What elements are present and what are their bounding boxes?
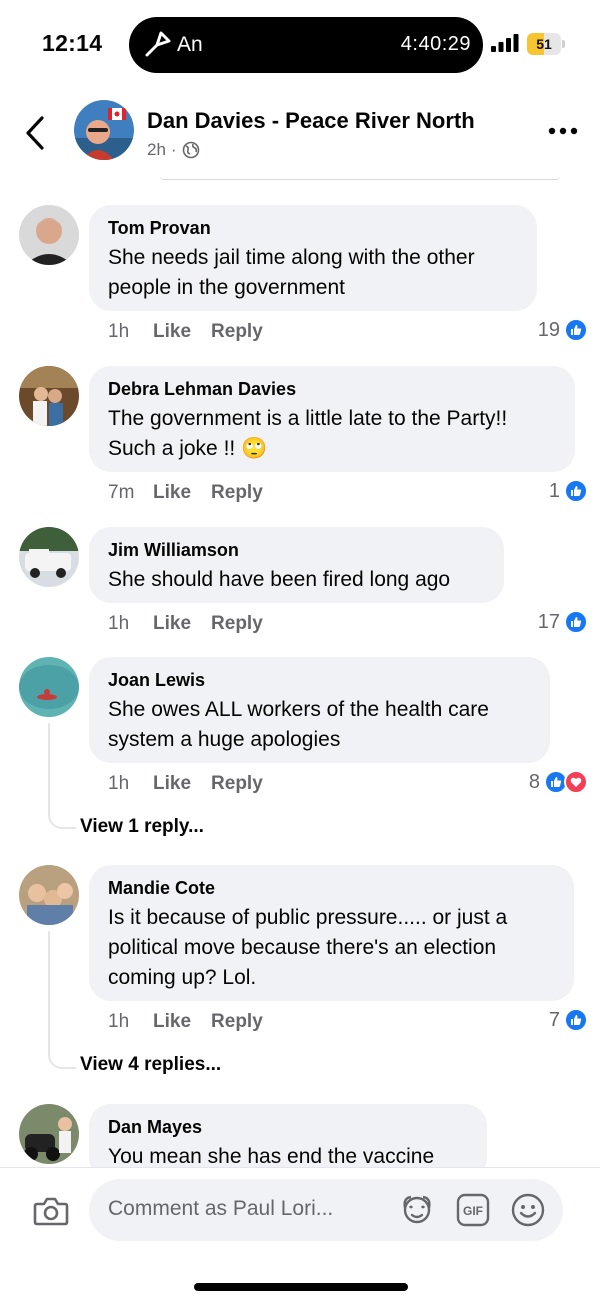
commenter-avatar[interactable] xyxy=(19,527,79,587)
reaction-number: 7 xyxy=(548,1008,560,1031)
reaction-count[interactable]: 19 xyxy=(538,318,588,342)
commenter-avatar[interactable] xyxy=(19,1104,79,1164)
gif-button[interactable]: GIF xyxy=(456,1193,490,1227)
comment-text: Is it because of public pressure..... or… xyxy=(108,906,508,989)
comment-age: 1h xyxy=(108,321,130,342)
reaction-count[interactable]: 7 xyxy=(549,1008,588,1032)
comment-age: 1h xyxy=(108,1011,130,1032)
gif-icon: GIF xyxy=(456,1193,490,1227)
reply-thread-line xyxy=(48,723,76,829)
comment-bubble[interactable]: Debra Lehman Davies The government is a … xyxy=(89,366,575,472)
like-reaction-icon xyxy=(564,318,588,342)
svg-text:GIF: GIF xyxy=(463,1204,483,1218)
reply-button[interactable]: Reply xyxy=(211,773,263,795)
reaction-count[interactable]: 17 xyxy=(538,610,588,634)
reaction-number: 1 xyxy=(548,479,560,502)
comment-author[interactable]: Tom Provan xyxy=(108,217,519,239)
like-reaction-icon xyxy=(564,610,588,634)
comment-actions: 1h Like Reply xyxy=(108,321,263,343)
reaction-count[interactable]: 1 xyxy=(549,479,588,503)
reply-button[interactable]: Reply xyxy=(211,1011,263,1033)
avatar-sticker-icon[interactable] xyxy=(399,1192,435,1228)
reaction-number: 8 xyxy=(528,770,540,793)
comment-bubble[interactable]: Jim Williamson She should have been fire… xyxy=(89,527,504,603)
comment-author[interactable]: Debra Lehman Davies xyxy=(108,378,557,400)
comment-text: The government is a little late to the P… xyxy=(108,407,508,460)
author-avatar[interactable] xyxy=(74,100,134,160)
reply-thread-line xyxy=(48,931,76,1069)
like-button[interactable]: Like xyxy=(153,321,191,343)
author-avatar-image xyxy=(74,100,134,160)
comment-author[interactable]: Dan Mayes xyxy=(108,1116,469,1138)
like-button[interactable]: Like xyxy=(153,613,191,635)
comment-bubble[interactable]: Joan Lewis She owes ALL workers of the h… xyxy=(89,657,550,763)
comment-bubble[interactable]: Mandie Cote Is it because of public pres… xyxy=(89,865,574,1001)
cellular-signal-icon xyxy=(491,34,519,52)
island-timer: 4:40:29 xyxy=(400,33,471,55)
reply-button[interactable]: Reply xyxy=(211,321,263,343)
reaction-count[interactable]: 8 xyxy=(529,770,588,794)
comment-text: She should have been fired long ago xyxy=(108,568,451,591)
globe-icon xyxy=(182,141,199,159)
commenter-avatar[interactable] xyxy=(19,657,79,717)
comment-age: 1h xyxy=(108,773,130,794)
reaction-number: 17 xyxy=(537,610,560,633)
comment-age: 7m xyxy=(108,482,135,503)
view-replies-link[interactable]: View 4 replies... xyxy=(80,1054,221,1076)
navigation-arrow-icon xyxy=(145,31,171,57)
comment-author[interactable]: Jim Williamson xyxy=(108,539,486,561)
post-author-name[interactable]: Dan Davies - Peace River North xyxy=(147,108,475,134)
like-button[interactable]: Like xyxy=(153,482,191,504)
comment-placeholder: Comment as Paul Lori... xyxy=(108,1197,334,1220)
post-card-edge xyxy=(160,176,560,180)
post-header: Dan Davies - Peace River North 2h · xyxy=(0,90,600,180)
comment-composer-bar: Comment as Paul Lori... GIF xyxy=(0,1167,600,1300)
comment-author[interactable]: Mandie Cote xyxy=(108,877,556,899)
like-button[interactable]: Like xyxy=(153,1011,191,1033)
comment-author[interactable]: Joan Lewis xyxy=(108,669,532,691)
back-arrow-icon[interactable] xyxy=(22,114,48,152)
comment-actions: 7m Like Reply xyxy=(108,482,263,504)
status-bar: 12:14 An 4:40:29 51 xyxy=(0,0,600,90)
commenter-avatar[interactable] xyxy=(19,865,79,925)
reaction-number: 19 xyxy=(537,318,560,341)
like-reaction-icon xyxy=(564,479,588,503)
comment-input[interactable]: Comment as Paul Lori... GIF xyxy=(89,1179,563,1241)
love-reaction-icon xyxy=(564,770,588,794)
comment-age: 1h xyxy=(108,613,130,634)
meta-separator: · xyxy=(170,140,177,159)
like-button[interactable]: Like xyxy=(153,773,191,795)
emoji-icon[interactable] xyxy=(510,1192,546,1228)
post-age: 2h xyxy=(147,140,166,159)
view-replies-link[interactable]: View 1 reply... xyxy=(80,816,204,838)
commenter-avatar[interactable] xyxy=(19,205,79,265)
comment-text: She needs jail time along with the other… xyxy=(108,246,475,299)
comment-bubble[interactable]: Tom Provan She needs jail time along wit… xyxy=(89,205,537,311)
reply-button[interactable]: Reply xyxy=(211,613,263,635)
battery-icon: 51 xyxy=(527,33,567,55)
camera-icon[interactable] xyxy=(33,1195,69,1227)
dynamic-island[interactable]: An 4:40:29 xyxy=(129,17,483,73)
battery-percent: 51 xyxy=(536,36,552,52)
status-time: 12:14 xyxy=(42,30,103,56)
home-indicator[interactable] xyxy=(194,1283,408,1291)
reply-button[interactable]: Reply xyxy=(211,482,263,504)
comment-actions: 1h Like Reply xyxy=(108,1011,263,1033)
comment-actions: 1h Like Reply xyxy=(108,773,263,795)
commenter-avatar[interactable] xyxy=(19,366,79,426)
comment-text: She owes ALL workers of the health care … xyxy=(108,698,489,751)
island-app-label: An xyxy=(177,33,203,56)
more-options-icon[interactable] xyxy=(548,126,578,136)
post-meta: 2h · xyxy=(147,140,200,160)
like-reaction-icon xyxy=(564,1008,588,1032)
comment-actions: 1h Like Reply xyxy=(108,613,263,635)
